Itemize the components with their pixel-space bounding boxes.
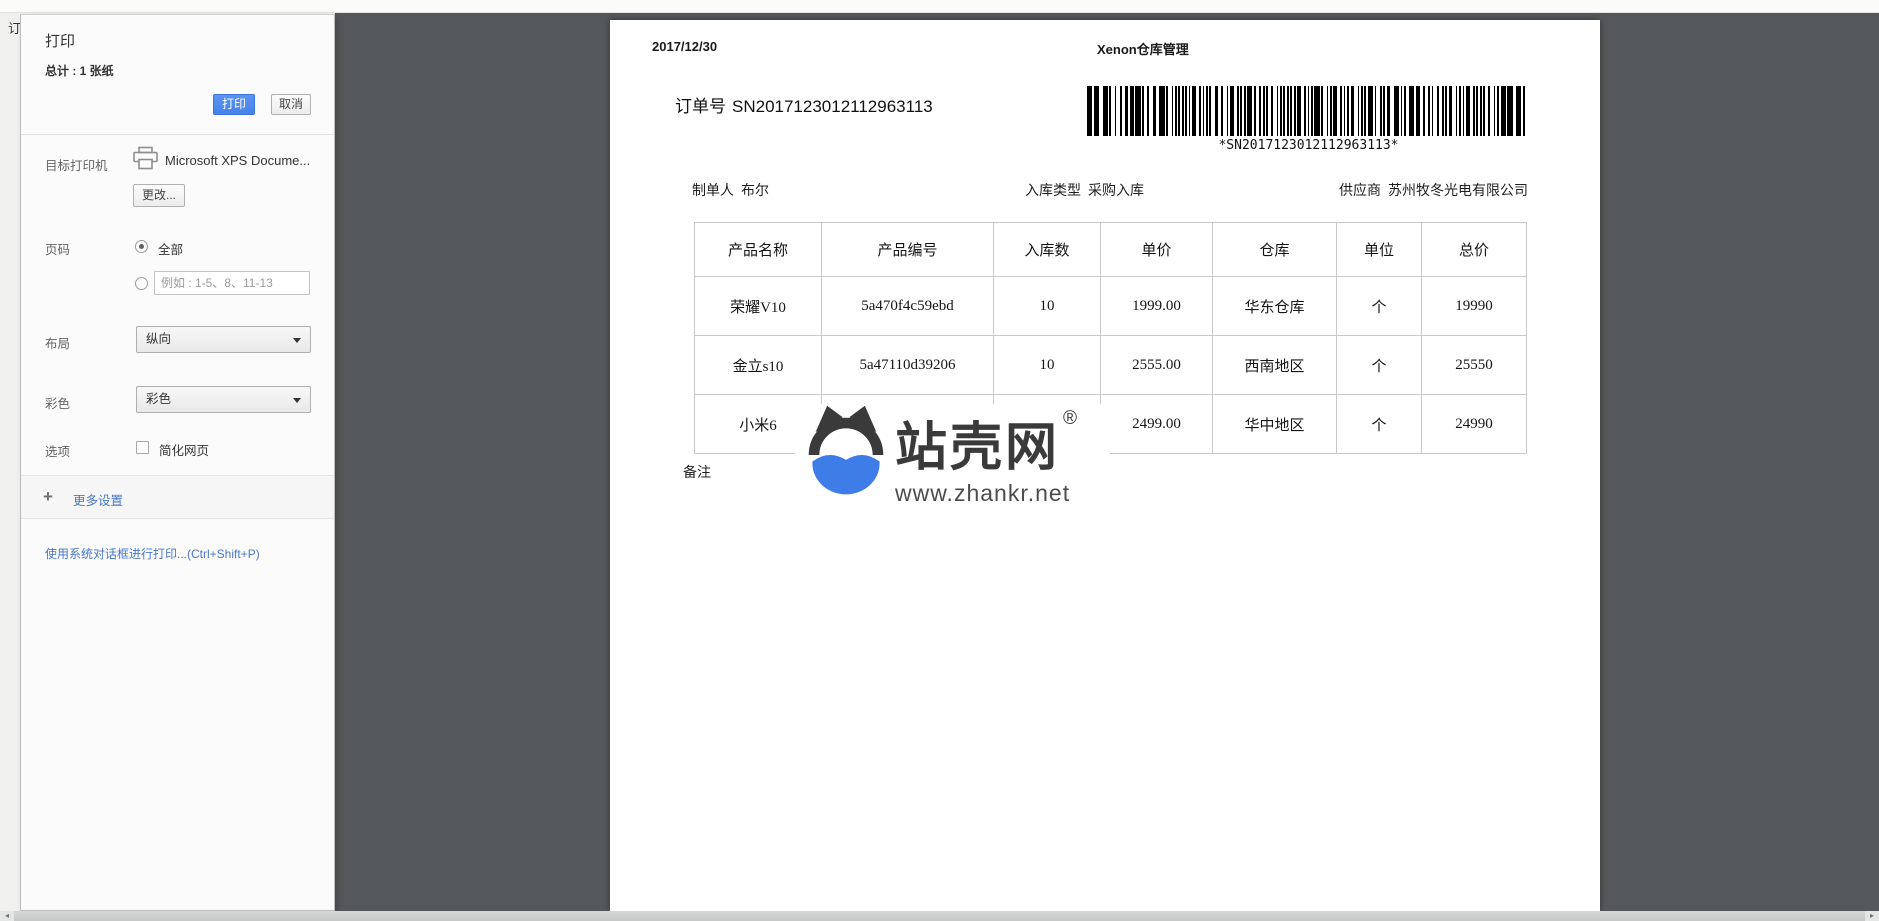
color-select[interactable]: 彩色 bbox=[136, 386, 311, 413]
plus-icon bbox=[43, 487, 53, 507]
print-dialog: 打印 总计 : 1 张纸 打印 取消 目标打印机 Microsoft XPS D… bbox=[20, 14, 335, 911]
simplify-page-checkbox[interactable] bbox=[136, 441, 149, 454]
meta-supplier-value: 苏州牧冬光电有限公司 bbox=[1388, 184, 1528, 199]
table-cell: 1999.00 bbox=[1100, 276, 1213, 336]
column-header: 产品名称 bbox=[694, 222, 822, 277]
meta-creator-label: 制单人 bbox=[692, 184, 734, 199]
meta-type-label: 入库类型 bbox=[1025, 184, 1081, 199]
pages-range-input[interactable] bbox=[154, 271, 310, 295]
barcode-label: *SN2017123012112963113* bbox=[1218, 138, 1399, 153]
print-button[interactable]: 打印 bbox=[213, 94, 255, 115]
table-cell: 5a470f4c59ebd bbox=[821, 276, 994, 336]
order-number-label: 订单号 bbox=[675, 97, 726, 116]
remarks-label: 备注 bbox=[683, 466, 711, 481]
table-cell: 24990 bbox=[1421, 394, 1527, 454]
color-label: 彩色 bbox=[45, 397, 71, 411]
barcode bbox=[1087, 86, 1530, 136]
table-cell: 2555.00 bbox=[1100, 335, 1213, 395]
watermark-url: www.zhankr.net bbox=[895, 480, 1071, 506]
order-number-value: SN2017123012112963113 bbox=[732, 97, 933, 116]
destination-label: 目标打印机 bbox=[45, 159, 108, 173]
table-cell: 5a47110d39206 bbox=[821, 335, 994, 395]
meta-creator-value: 布尔 bbox=[741, 184, 769, 199]
meta-creator: 制单人 布尔 bbox=[692, 180, 769, 200]
table-cell: 个 bbox=[1336, 394, 1422, 454]
table-cell: 个 bbox=[1336, 276, 1422, 336]
print-header-date: 2017/12/30 bbox=[652, 39, 718, 54]
pages-all-radio[interactable] bbox=[135, 240, 148, 253]
options-label: 选项 bbox=[45, 445, 71, 459]
table-row: 荣耀V10 5a470f4c59ebd 10 1999.00 华东仓库个 19990 bbox=[694, 276, 1527, 336]
table-cell: 10 bbox=[993, 335, 1101, 395]
cat-logo-icon bbox=[808, 405, 884, 495]
table-cell: 荣耀V10 bbox=[694, 276, 822, 336]
printer-icon bbox=[133, 146, 158, 170]
table-cell: 金立s10 bbox=[694, 335, 822, 395]
print-header-title: Xenon仓库管理 bbox=[1097, 42, 1189, 57]
column-header: 总价 bbox=[1421, 222, 1527, 277]
divider bbox=[21, 134, 334, 135]
watermark-name: 站壳网 bbox=[895, 419, 1061, 477]
meta-supplier: 供应商 苏州牧冬光电有限公司 bbox=[1339, 180, 1528, 200]
dialog-title: 打印 bbox=[45, 33, 76, 50]
meta-type-value: 采购入库 bbox=[1088, 184, 1144, 199]
pages-all-label: 全部 bbox=[158, 243, 184, 257]
cancel-button[interactable]: 取消 bbox=[271, 94, 311, 115]
chevron-down-icon bbox=[293, 338, 301, 343]
more-settings-label: 更多设置 bbox=[73, 494, 124, 508]
column-header: 单价 bbox=[1100, 222, 1213, 277]
table-cell: 2499.00 bbox=[1100, 394, 1213, 454]
change-printer-button[interactable]: 更改... bbox=[133, 184, 185, 207]
meta-inbound-type: 入库类型 采购入库 bbox=[1025, 180, 1144, 200]
simplify-page-label: 简化网页 bbox=[159, 444, 210, 458]
table-cell: 华东仓库 bbox=[1212, 276, 1337, 336]
chevron-down-icon bbox=[293, 398, 301, 403]
total-sheets: 总计 : 1 张纸 bbox=[45, 64, 114, 78]
more-settings-toggle[interactable]: 更多设置 bbox=[21, 475, 334, 519]
column-header: 入库数 bbox=[993, 222, 1101, 277]
column-header: 单位 bbox=[1336, 222, 1422, 277]
table-row: 金立s10 5a47110d39206 10 2555.00 西南地区个 25550 bbox=[694, 335, 1527, 395]
print-preview-page: 2017/12/30 Xenon仓库管理 订单号 SN20171230121129… bbox=[610, 20, 1600, 911]
column-header: 产品编号 bbox=[821, 222, 994, 277]
layout-select-value: 纵向 bbox=[146, 332, 172, 346]
table-cell: 个 bbox=[1336, 335, 1422, 395]
table-cell: 10 bbox=[993, 276, 1101, 336]
printer-name: Microsoft XPS Docume... bbox=[165, 153, 311, 168]
column-header: 仓库 bbox=[1212, 222, 1337, 277]
scroll-right-icon[interactable]: ▸ bbox=[1865, 911, 1879, 921]
layout-label: 布局 bbox=[45, 337, 71, 351]
table-header-row: 产品名称 产品编号 入库数 单价 仓库 单位 总价 bbox=[694, 222, 1527, 277]
pages-range-radio[interactable] bbox=[135, 277, 148, 290]
table-cell: 19990 bbox=[1421, 276, 1527, 336]
horizontal-scrollbar[interactable]: ◂ ▸ bbox=[0, 911, 1879, 921]
table-cell: 华中地区 bbox=[1212, 394, 1337, 454]
system-dialog-link[interactable]: 使用系统对话框进行打印...(Ctrl+Shift+P) bbox=[45, 545, 260, 562]
page-top-strip bbox=[0, 0, 1879, 13]
scroll-left-icon[interactable]: ◂ bbox=[0, 911, 14, 921]
order-number-line: 订单号 SN2017123012112963113 bbox=[675, 92, 933, 117]
color-select-value: 彩色 bbox=[146, 392, 172, 406]
table-cell: 西南地区 bbox=[1212, 335, 1337, 395]
layout-select[interactable]: 纵向 bbox=[136, 326, 311, 353]
meta-supplier-label: 供应商 bbox=[1339, 184, 1381, 199]
pages-label: 页码 bbox=[45, 243, 71, 257]
registered-mark-icon: ® bbox=[1063, 408, 1077, 429]
table-cell: 25550 bbox=[1421, 335, 1527, 395]
watermark: 站壳网 ® www.zhankr.net bbox=[795, 404, 1110, 510]
